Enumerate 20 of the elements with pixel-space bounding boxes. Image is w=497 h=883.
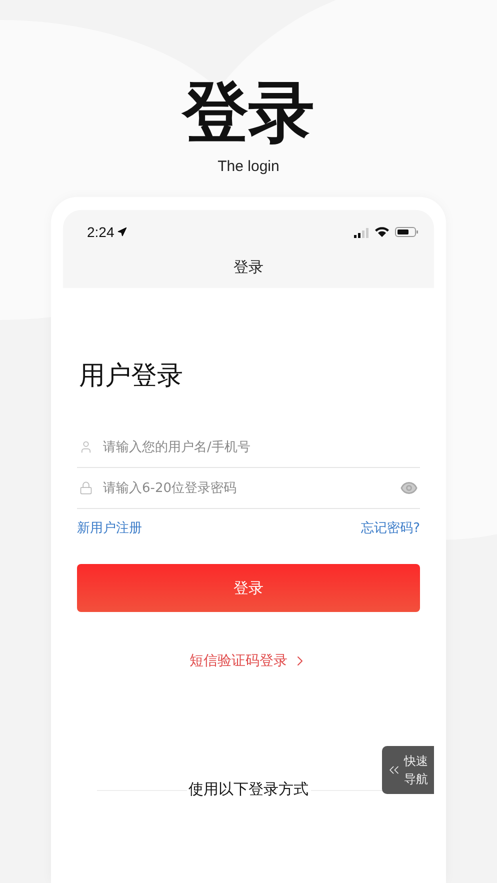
sms-login-link[interactable]: 短信验证码登录 bbox=[190, 652, 308, 670]
page-subtitle: The login bbox=[218, 158, 280, 175]
username-field[interactable]: 请输入您的用户名/手机号 bbox=[101, 438, 418, 456]
quick-nav-button[interactable]: 快速 导航 bbox=[382, 746, 434, 794]
eye-icon[interactable] bbox=[400, 479, 418, 497]
login-button[interactable]: 登录 bbox=[77, 564, 420, 612]
status-time: 2:24 bbox=[87, 224, 114, 240]
nav-title: 登录 bbox=[234, 258, 264, 276]
wifi-icon bbox=[375, 227, 389, 237]
user-icon bbox=[79, 440, 93, 454]
location-icon bbox=[117, 227, 128, 237]
other-login-methods-label: 使用以下登录方式 bbox=[186, 780, 310, 799]
page-headline: 登录 bbox=[182, 80, 314, 146]
lock-icon bbox=[79, 481, 93, 495]
password-field[interactable]: 请输入6-20位登录密码 bbox=[101, 480, 392, 496]
signal-icon bbox=[354, 226, 369, 238]
forgot-password-link[interactable]: 忘记密码? bbox=[361, 519, 420, 537]
login-title: 用户登录 bbox=[79, 360, 184, 393]
register-link[interactable]: 新用户注册 bbox=[77, 519, 142, 537]
battery-icon bbox=[395, 227, 418, 237]
